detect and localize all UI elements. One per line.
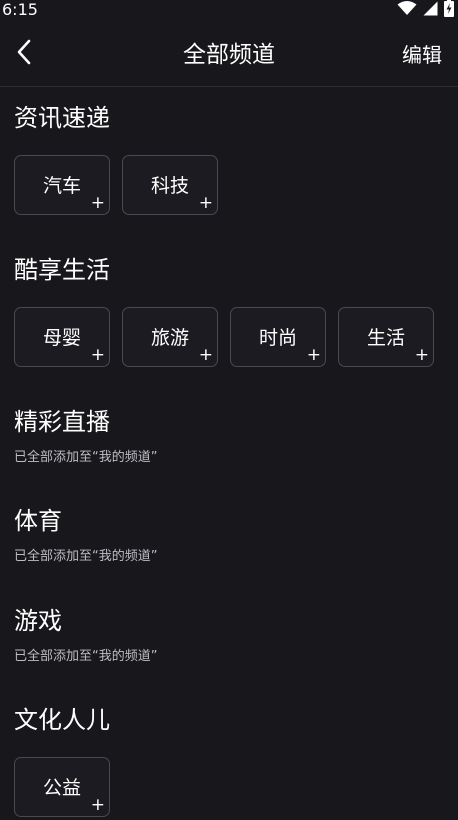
channel-chip-travel[interactable]: 旅游 + <box>122 307 218 367</box>
channel-chip-tech[interactable]: 科技 + <box>122 155 218 215</box>
status-time: 6:15 <box>2 0 38 19</box>
section-title-games: 游戏 <box>14 607 62 635</box>
section-note-games: 已全部添加至“我的频道” <box>14 649 158 664</box>
channel-chip-fashion[interactable]: 时尚 + <box>230 307 326 367</box>
add-icon: + <box>90 795 105 815</box>
cell-signal-icon <box>423 1 438 20</box>
channel-row-lifestyle: 母婴 + 旅游 + 时尚 + 生活 + <box>14 307 434 367</box>
section-note-live: 已全部添加至“我的频道” <box>14 450 158 465</box>
section-title-news: 资讯速递 <box>14 104 110 132</box>
section-title-culture: 文化人儿 <box>14 706 110 734</box>
section-title-live: 精彩直播 <box>14 408 110 436</box>
wifi-icon <box>397 0 417 20</box>
channel-chip-charity[interactable]: 公益 + <box>14 757 110 817</box>
status-icons <box>397 0 454 21</box>
section-note-sports: 已全部添加至“我的频道” <box>14 549 158 564</box>
section-title-sports: 体育 <box>14 507 62 535</box>
channel-chip-auto[interactable]: 汽车 + <box>14 155 110 215</box>
add-icon: + <box>198 193 213 213</box>
add-icon: + <box>198 345 213 365</box>
section-title-lifestyle: 酷享生活 <box>14 256 110 284</box>
status-bar: 6:15 <box>0 0 458 22</box>
channel-chip-parenting[interactable]: 母婴 + <box>14 307 110 367</box>
add-icon: + <box>414 345 429 365</box>
channel-chip-life[interactable]: 生活 + <box>338 307 434 367</box>
page-title: 全部频道 <box>183 42 275 68</box>
channel-row-culture: 公益 + <box>14 757 110 817</box>
battery-charging-icon <box>444 0 454 21</box>
add-icon: + <box>306 345 321 365</box>
add-icon: + <box>90 345 105 365</box>
header-bar: 全部频道 编辑 <box>0 22 458 87</box>
edit-button[interactable]: 编辑 <box>402 41 442 69</box>
add-icon: + <box>90 193 105 213</box>
channel-row-news: 汽车 + 科技 + <box>14 155 218 215</box>
